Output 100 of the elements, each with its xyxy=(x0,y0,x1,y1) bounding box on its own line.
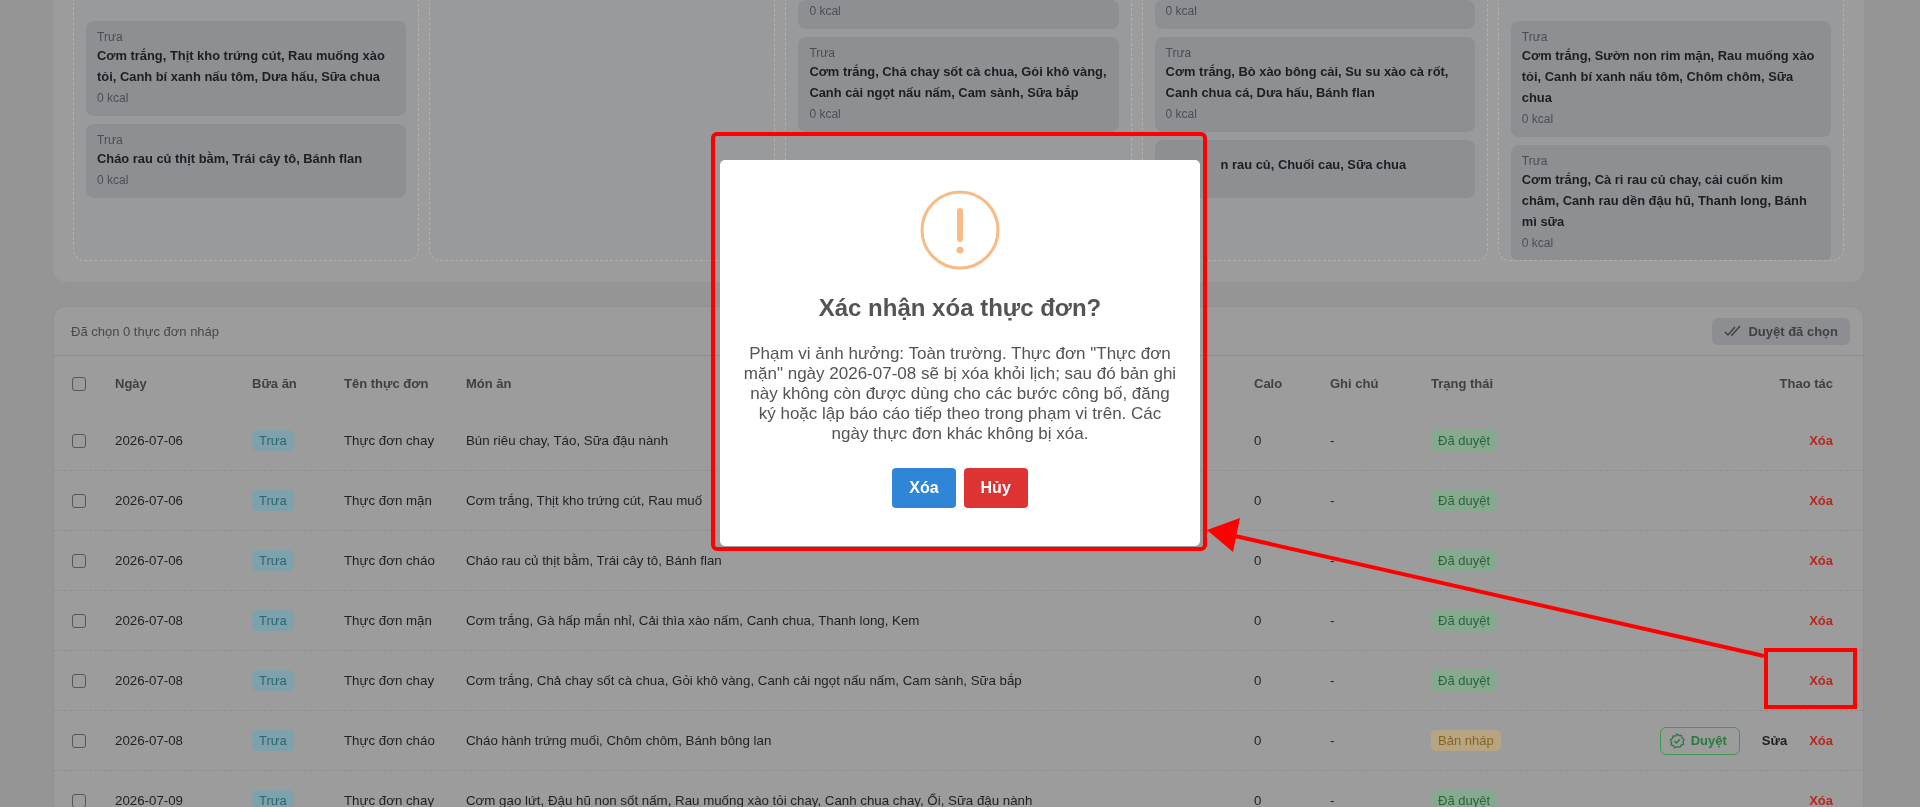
meal-label: Trưa xyxy=(809,45,836,61)
meal-badge: Trưa xyxy=(252,610,294,631)
date-cell: 2026-07-09 xyxy=(115,793,184,807)
status-badge: Đã duyệt xyxy=(1431,490,1498,511)
column-header: Thao tác xyxy=(1779,376,1833,391)
calorie-cell: 0 xyxy=(1254,613,1262,628)
kcal-text: 0 kcal xyxy=(1165,106,1198,123)
approve-button[interactable]: Duyệt xyxy=(1659,726,1740,755)
column-header: Món ăn xyxy=(466,376,512,391)
meal-label: Trưa xyxy=(97,132,124,148)
note-cell: - xyxy=(1330,613,1335,628)
dish-list: Cơm trắng, Bò xào bông cải, Su su xào cà rốt, Canh chua cá, Dưa hấu, Bánh flan xyxy=(1165,61,1466,103)
meal-badge: Trưa xyxy=(252,730,294,751)
kcal-text: 0 kcal xyxy=(1521,111,1555,128)
date-cell: 2026-07-06 xyxy=(115,553,184,568)
note-cell: - xyxy=(1330,433,1335,448)
selection-count: Đã chọn 0 thực đơn nháp xyxy=(71,323,220,339)
cancel-button[interactable]: Hủy xyxy=(963,468,1028,508)
note-cell: - xyxy=(1330,733,1335,748)
dish-list: Cháo rau củ thịt bằm, Trái cây tô, Bánh flan xyxy=(97,148,398,169)
date-cell: 2026-07-08 xyxy=(115,733,184,748)
delete-link[interactable]: Xóa xyxy=(1809,493,1833,508)
column-header: Bữa ăn xyxy=(252,376,297,391)
menu-name-cell: Thực đơn cháo xyxy=(344,553,435,568)
row-checkbox[interactable] xyxy=(72,493,86,508)
date-cell: 2026-07-08 xyxy=(115,673,184,688)
menu-name-cell: Thực đơn mặn xyxy=(344,493,432,508)
date-cell: 2026-07-08 xyxy=(115,613,184,628)
dishes-cell: Bún riêu chay, Táo, Sữa đậu nành xyxy=(466,433,669,448)
column-header: Ngày xyxy=(115,376,147,391)
dishes-cell: Cơm trắng, Thịt kho trứng cút, Rau muố xyxy=(466,493,703,508)
calorie-cell: 0 xyxy=(1254,433,1262,448)
meal-badge: Trưa xyxy=(252,670,294,691)
status-badge: Đã duyệt xyxy=(1431,790,1498,807)
kcal-text: 0 kcal xyxy=(809,106,842,123)
dialog-title: Xác nhận xóa thực đơn? xyxy=(818,294,1102,322)
meal-badge: Trưa xyxy=(252,490,294,511)
calorie-cell: 0 xyxy=(1254,553,1262,568)
status-badge: Đã duyệt xyxy=(1431,610,1498,631)
row-checkbox[interactable] xyxy=(72,613,86,628)
column-header: Ghi chú xyxy=(1330,376,1379,391)
menu-name-cell: Thực đơn chay xyxy=(344,793,435,807)
delete-link[interactable]: Xóa xyxy=(1809,793,1833,807)
delete-link[interactable]: Xóa xyxy=(1809,553,1833,568)
row-checkbox[interactable] xyxy=(72,793,86,807)
dish-list: n rau củ, Chuối cau, Sữa chua xyxy=(1220,154,1466,175)
dishes-cell: Cháo hành trứng muối, Chôm chôm, Bánh bông lan xyxy=(466,733,772,748)
delete-link[interactable]: Xóa xyxy=(1809,613,1833,628)
edit-link[interactable]: Sửa xyxy=(1761,733,1788,748)
row-checkbox[interactable] xyxy=(72,553,86,568)
kcal-text: 0 kcal xyxy=(1165,3,1198,20)
kcal-text: 0 kcal xyxy=(97,172,130,189)
kcal-text: 0 kcal xyxy=(97,90,130,107)
dish-list: Cơm trắng, Cà ri rau củ chay, cải cuốn kim châm, Canh rau dền đậu hũ, Thanh long, Bánh mì sữa xyxy=(1521,169,1822,232)
row-checkbox[interactable] xyxy=(72,673,86,688)
calorie-cell: 0 xyxy=(1254,493,1262,508)
delete-link[interactable]: Xóa xyxy=(1809,433,1833,448)
row-checkbox[interactable] xyxy=(72,433,86,448)
date-cell: 2026-07-06 xyxy=(115,493,184,508)
delete-link[interactable]: Xóa xyxy=(1809,673,1833,688)
kcal-text: 0 kcal xyxy=(1521,235,1555,252)
dishes-cell: Cháo rau củ thịt bằm, Trái cây tô, Bánh flan xyxy=(466,553,722,568)
kcal-text: 0 kcal xyxy=(809,3,842,20)
status-badge: Đã duyệt xyxy=(1431,670,1498,691)
status-badge: Đã duyệt xyxy=(1431,550,1498,571)
menu-name-cell: Thực đơn chay xyxy=(344,673,435,688)
menu-name-cell: Thực đơn chay xyxy=(344,433,435,448)
calorie-cell: 0 xyxy=(1254,733,1262,748)
status-badge: Bản nháp xyxy=(1431,730,1501,751)
dish-list: Cơm trắng, Chả chay sốt cà chua, Gỏi khô vàng, Canh cải ngọt nấu nấm, Cam sành, Sữa bắp xyxy=(809,61,1110,103)
delete-link[interactable]: Xóa xyxy=(1809,733,1833,748)
calorie-cell: 0 xyxy=(1254,673,1262,688)
meal-badge: Trưa xyxy=(252,550,294,571)
meal-label: Trưa xyxy=(1521,29,1549,45)
menu-name-cell: Thực đơn cháo xyxy=(344,733,435,748)
column-header: Trạng thái xyxy=(1431,376,1494,391)
meal-badge: Trưa xyxy=(252,790,294,807)
status-badge: Đã duyệt xyxy=(1431,430,1498,451)
warning-icon xyxy=(920,190,1000,270)
meal-label: Trưa xyxy=(1165,45,1193,61)
calorie-cell: 0 xyxy=(1254,793,1262,807)
meal-label: Trưa xyxy=(97,29,124,45)
row-checkbox[interactable] xyxy=(72,733,86,748)
column-header: Calo xyxy=(1254,376,1283,391)
dishes-cell: Cơm gạo lứt, Đậu hũ non sốt nấm, Rau muống xào tỏi chay, Canh chua chay, Ổi, Sữa đậu nành xyxy=(466,793,1033,807)
select-all-checkbox[interactable] xyxy=(72,376,86,391)
double-check-icon xyxy=(1724,325,1743,337)
delete-button[interactable]: Xóa xyxy=(892,468,956,508)
meal-badge: Trưa xyxy=(252,430,294,451)
badge-check-icon xyxy=(1668,732,1685,749)
dish-list: Cơm trắng, Sườn non rim mặn, Rau muống xào tỏi, Canh bí xanh nấu tôm, Chôm chôm, Sữa chua xyxy=(1521,45,1822,108)
dishes-cell: Cơm trắng, Gà hấp mắn nhỉ, Cải thìa xào nấm, Canh chua, Thanh long, Kem xyxy=(466,613,920,628)
date-cell: 2026-07-06 xyxy=(115,433,184,448)
dishes-cell: Cơm trắng, Chả chay sốt cà chua, Gỏi khô vàng, Canh cải ngọt nấu nấm, Cam sành, Sữa bắp xyxy=(466,673,1022,688)
meal-label: Trưa xyxy=(1521,153,1549,169)
dialog-message: Phạm vi ảnh hưởng: Toàn trường. Thực đơn "Thực đơn mặn" ngày 2026-07-08 sẽ bị xóa khỏi lịch; sau đó bản ghi này không còn được dùng cho các bước công bố, đăng ký hoặc lập báo cáo tiếp theo trong phạm vi trên. Các ngày thực đơn khác không bị xóa. xyxy=(742,344,1178,444)
note-cell: - xyxy=(1330,673,1335,688)
menu-name-cell: Thực đơn mặn xyxy=(344,613,432,628)
note-cell: - xyxy=(1330,493,1335,508)
note-cell: - xyxy=(1330,793,1335,807)
